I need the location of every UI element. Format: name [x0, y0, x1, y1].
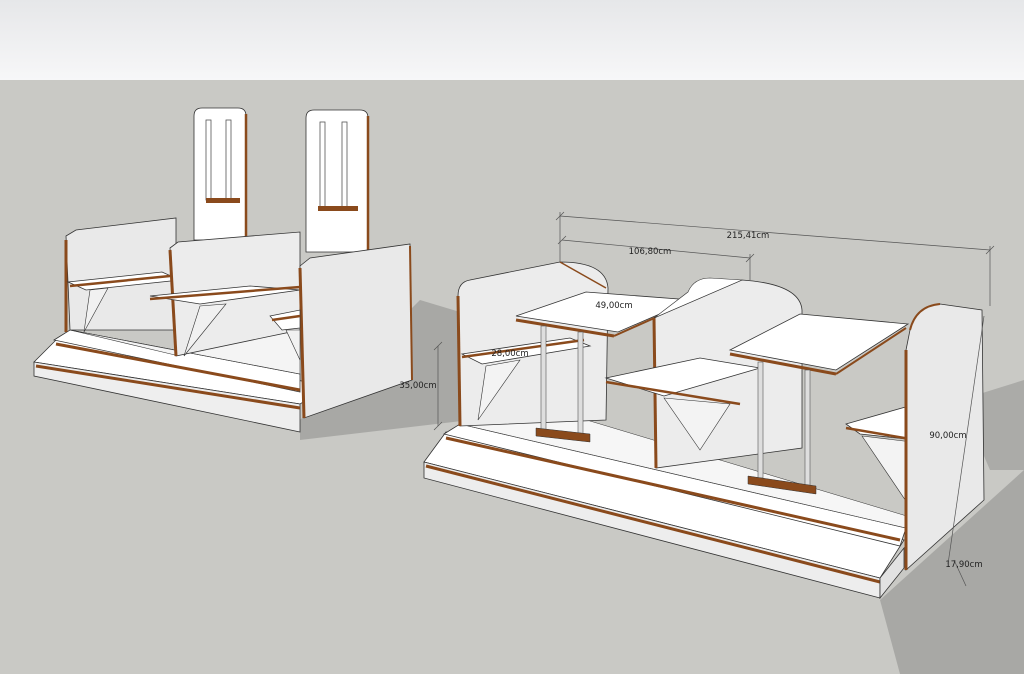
dim-back-height: 90,00cm: [929, 431, 966, 441]
sky: [0, 0, 1024, 80]
sketchup-scene: 215,41cm 106,80cm 49,00cm 28,00cm 35,00c…: [0, 0, 1024, 674]
dim-table-depth: 49,00cm: [595, 301, 632, 311]
left-board-2-bar: [318, 206, 358, 211]
dim-module-length: 106,80cm: [629, 247, 672, 257]
right-table-2-pole-a: [757, 361, 764, 479]
dim-seat-depth: 28,00cm: [491, 349, 528, 359]
right-table-2-pole-b: [804, 369, 811, 487]
dim-seat-height: 35,00cm: [399, 381, 436, 391]
right-table-1-pole-b: [577, 331, 584, 439]
right-table-1-pole-a: [540, 325, 547, 433]
dim-step-height: 17,90cm: [945, 560, 982, 570]
dim-total-length: 215,41cm: [727, 231, 770, 241]
left-tall-board-1: [193, 107, 247, 241]
left-tall-board-2: [305, 109, 369, 253]
left-board-1-bar: [206, 198, 240, 203]
